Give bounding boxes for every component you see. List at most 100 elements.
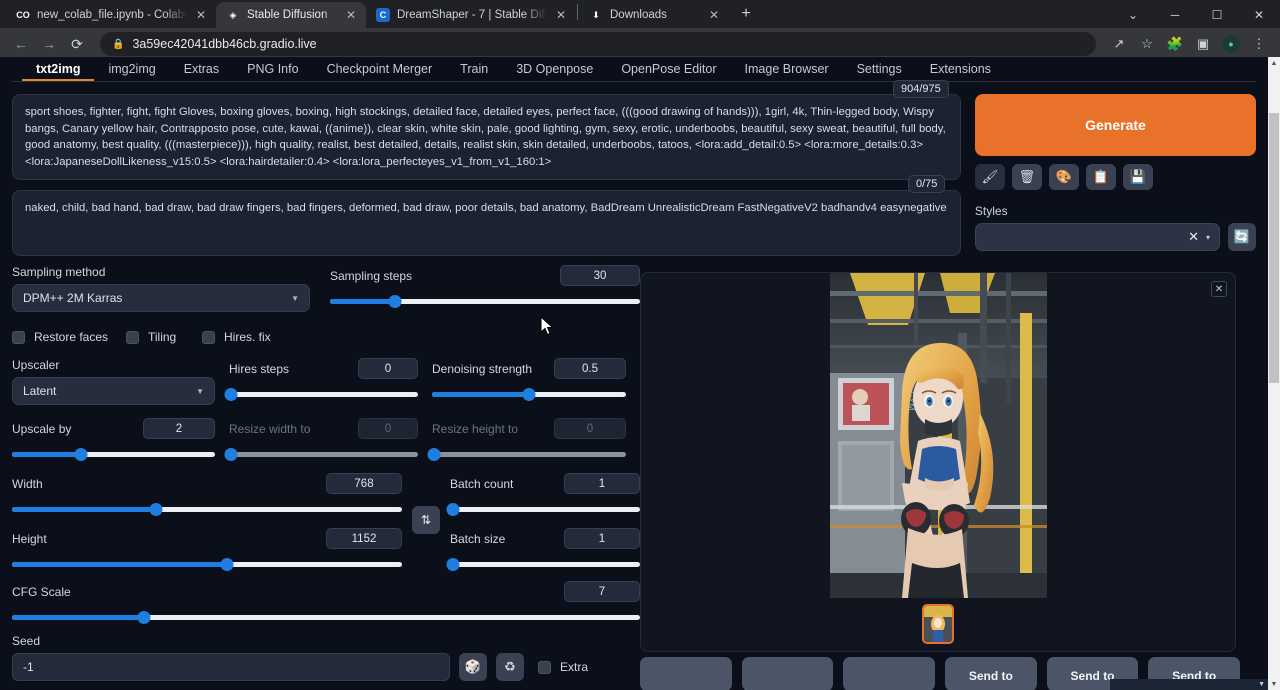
forward-icon[interactable]: → xyxy=(36,31,62,57)
tab-settings[interactable]: Settings xyxy=(843,60,916,81)
hires-fix-checkbox[interactable]: Hires. fix xyxy=(202,330,271,344)
close-window-button[interactable]: ✕ xyxy=(1238,2,1280,28)
height-value[interactable]: 1152 xyxy=(326,528,402,549)
recycle-seed-icon[interactable]: ♻ xyxy=(496,653,524,681)
batch-size-slider[interactable] xyxy=(450,562,640,567)
upscaler-label: Upscaler xyxy=(12,358,215,372)
chevron-down-icon: ▾ xyxy=(1206,233,1210,242)
scroll-down-arrow-icon[interactable]: ▼ xyxy=(1268,678,1280,690)
tab-txt2img[interactable]: txt2img xyxy=(22,60,94,81)
batch-count-value[interactable]: 1 xyxy=(564,473,640,494)
refresh-styles-icon[interactable]: 🔄 xyxy=(1228,223,1256,251)
tab-png-info[interactable]: PNG Info xyxy=(233,60,312,81)
upscaler-dropdown[interactable]: Latent ▼ xyxy=(12,377,215,405)
sampling-steps-value[interactable]: 30 xyxy=(560,265,640,286)
close-icon[interactable]: ✕ xyxy=(707,8,721,22)
generate-button[interactable]: Generate xyxy=(975,94,1256,156)
hires-steps-label: Hires steps xyxy=(229,362,289,376)
prompt-textarea[interactable]: sport shoes, fighter, fight, fight Glove… xyxy=(12,94,961,180)
download-icon: ⬇ xyxy=(589,8,603,22)
scrollbar-thumb[interactable] xyxy=(1269,113,1279,383)
paste-arrow-icon[interactable]: 🖌 xyxy=(975,164,1005,190)
tab-openpose-editor[interactable]: OpenPose Editor xyxy=(607,60,730,81)
resize-width-slider[interactable] xyxy=(229,452,418,457)
tab-image-browser[interactable]: Image Browser xyxy=(731,60,843,81)
hires-steps-value[interactable]: 0 xyxy=(358,358,418,379)
browser-tab-colab[interactable]: CO new_colab_file.ipynb - Colaboratory ✕ xyxy=(6,2,216,28)
close-icon[interactable]: ✕ xyxy=(194,8,208,22)
sidepanel-icon[interactable]: ▣ xyxy=(1190,31,1216,57)
extra-seed-checkbox[interactable]: Extra xyxy=(538,660,588,674)
tab-title: DreamShaper - 7 | Stable Diffusion xyxy=(397,9,547,21)
clipboard-icon[interactable]: 📋 xyxy=(1086,164,1116,190)
folder-button[interactable] xyxy=(640,657,732,690)
random-seed-dice-icon[interactable]: 🎲 xyxy=(459,653,487,681)
tab-train[interactable]: Train xyxy=(446,60,502,81)
close-icon[interactable]: ✕ xyxy=(344,8,358,22)
height-slider[interactable] xyxy=(12,562,402,567)
page-scrollbar[interactable]: ▲ ▼ xyxy=(1268,57,1280,690)
new-tab-button[interactable]: + xyxy=(733,1,759,27)
tab-extras[interactable]: Extras xyxy=(170,60,233,81)
chevron-down-icon[interactable]: ▼ xyxy=(1258,681,1265,688)
cfg-scale-slider[interactable] xyxy=(12,615,640,620)
save-style-icon[interactable]: 💾 xyxy=(1123,164,1153,190)
tab-extensions[interactable]: Extensions xyxy=(916,60,1005,81)
swap-dimensions-icon[interactable]: ⇅ xyxy=(412,506,440,534)
dimensions-row: Width 768 Height 1152 xyxy=(12,473,640,567)
upscale-by-value[interactable]: 2 xyxy=(143,418,215,439)
bookmark-star-icon[interactable]: ☆ xyxy=(1134,31,1160,57)
restore-faces-checkbox[interactable]: Restore faces xyxy=(12,330,126,344)
denoising-strength-value[interactable]: 0.5 xyxy=(554,358,626,379)
close-icon[interactable]: ✕ xyxy=(554,8,568,22)
gallery-thumbnail[interactable] xyxy=(922,604,954,644)
negative-prompt-textarea[interactable]: naked, child, bad hand, bad draw, bad dr… xyxy=(12,190,961,256)
width-slider[interactable] xyxy=(12,507,402,512)
browser-tab-downloads[interactable]: ⬇ Downloads ✕ xyxy=(579,2,729,28)
share-icon[interactable]: ↗ xyxy=(1106,31,1132,57)
sampling-method-group: Sampling method DPM++ 2M Karras ▼ xyxy=(12,265,310,312)
menu-kebab-icon[interactable]: ⋮ xyxy=(1246,31,1272,57)
tiling-checkbox[interactable]: Tiling xyxy=(126,330,202,344)
tab-title: new_colab_file.ipynb - Colaboratory xyxy=(37,9,187,21)
scroll-up-arrow-icon[interactable]: ▲ xyxy=(1268,57,1280,69)
send-to-img2img-button[interactable]: Send to xyxy=(945,657,1037,690)
profile-avatar-icon[interactable]: ● xyxy=(1218,31,1244,57)
clear-styles-icon[interactable]: ✕ xyxy=(1188,229,1199,245)
minimize-button[interactable]: ─ xyxy=(1154,2,1196,28)
tab-checkpoint-merger[interactable]: Checkpoint Merger xyxy=(313,60,447,81)
address-bar[interactable]: 🔒 3a59ec42041dbb46cb.gradio.live xyxy=(100,32,1096,56)
sampling-method-dropdown[interactable]: DPM++ 2M Karras ▼ xyxy=(12,284,310,312)
seed-input[interactable]: -1 xyxy=(12,653,450,681)
reload-icon[interactable]: ⟳ xyxy=(64,31,90,57)
extra-networks-icon[interactable]: 🎨 xyxy=(1049,164,1079,190)
cfg-scale-value[interactable]: 7 xyxy=(564,581,640,602)
resize-height-slider[interactable] xyxy=(432,452,626,457)
tab-img2img[interactable]: img2img xyxy=(94,60,169,81)
save-button[interactable] xyxy=(742,657,834,690)
browser-tab-stable-diffusion[interactable]: ◈ Stable Diffusion ✕ xyxy=(216,2,366,28)
back-icon[interactable]: ← xyxy=(8,31,34,57)
maximize-button[interactable]: ☐ xyxy=(1196,2,1238,28)
denoising-strength-slider[interactable] xyxy=(432,392,626,397)
browser-tab-dreamshaper[interactable]: C DreamShaper - 7 | Stable Diffusion ✕ xyxy=(366,2,576,28)
hires-steps-slider[interactable] xyxy=(229,392,418,397)
close-result-icon[interactable]: ✕ xyxy=(1211,281,1227,297)
seed-group: Seed -1 🎲 ♻ Extra xyxy=(12,634,640,681)
batch-count-slider[interactable] xyxy=(450,507,640,512)
taskbar-icon[interactable] xyxy=(1110,679,1127,690)
zip-button[interactable] xyxy=(843,657,935,690)
sampling-steps-slider[interactable] xyxy=(330,299,640,304)
tab-3d-openpose[interactable]: 3D Openpose xyxy=(502,60,607,81)
styles-dropdown[interactable]: ✕ ▾ xyxy=(975,223,1220,251)
denoising-strength-label: Denoising strength xyxy=(432,362,532,376)
generated-image[interactable]: GYM xyxy=(830,273,1047,598)
trash-icon[interactable]: 🗑 xyxy=(1012,164,1042,190)
resize-height-value[interactable]: 0 xyxy=(554,418,626,439)
width-value[interactable]: 768 xyxy=(326,473,402,494)
upscale-by-slider[interactable] xyxy=(12,452,215,457)
batch-size-value[interactable]: 1 xyxy=(564,528,640,549)
resize-width-value[interactable]: 0 xyxy=(358,418,418,439)
tab-search-icon[interactable]: ⌄ xyxy=(1112,2,1154,28)
extensions-puzzle-icon[interactable]: 🧩 xyxy=(1162,31,1188,57)
